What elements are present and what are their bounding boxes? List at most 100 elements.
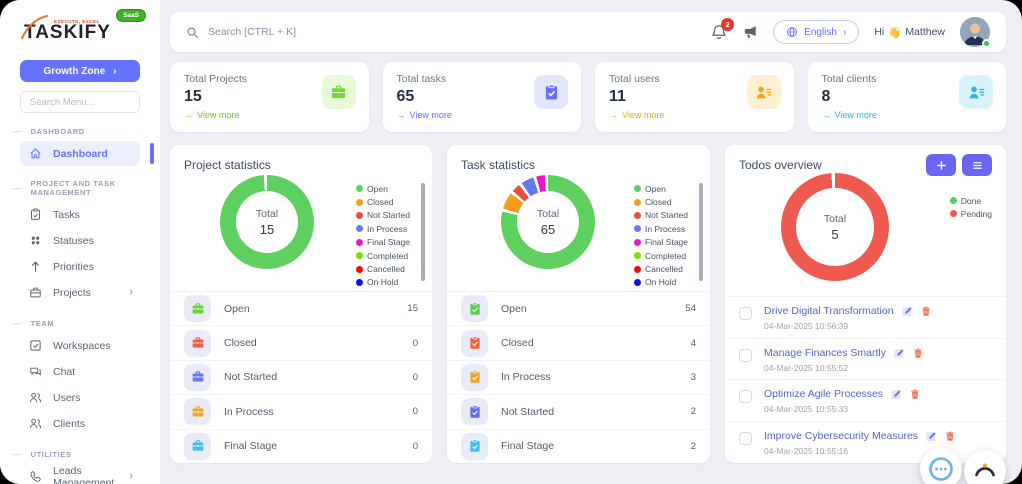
todo-item: Manage Finances Smartly 04-Mar-2025 10:5… — [725, 337, 1006, 380]
legend-scrollbar[interactable] — [699, 183, 703, 281]
sidebar-item[interactable]: Dashboard › — [20, 141, 154, 166]
legend-scrollbar[interactable] — [421, 183, 425, 281]
todo-timestamp: 04-Mar-2025 10:56:39 — [764, 321, 849, 331]
delete-icon[interactable] — [912, 347, 924, 359]
todo-checkbox[interactable] — [739, 348, 752, 362]
clipboard-solid-icon — [461, 295, 488, 323]
notifications-button[interactable]: 2 — [711, 18, 735, 40]
status-row: Closed 4 — [447, 325, 710, 359]
chart-legend: Open Closed Not Started In Process Final… — [634, 182, 688, 289]
global-search — [186, 26, 711, 39]
task-donut-chart: Total 65 — [501, 175, 595, 269]
todo-checkbox[interactable] — [739, 432, 752, 446]
headset-icon — [975, 463, 995, 477]
user-greeting: Hi 👋 Matthew — [874, 26, 945, 39]
view-more-link[interactable]: → View more — [609, 110, 780, 120]
legend-item: Final Stage — [356, 236, 410, 249]
user-avatar[interactable] — [960, 17, 991, 48]
todo-checkbox[interactable] — [739, 307, 752, 320]
sidebar-item[interactable]: Users › — [20, 385, 140, 410]
arrow-right-icon: → — [184, 110, 193, 120]
status-row: Not Started 2 — [447, 394, 710, 428]
arrow-right-icon: → — [821, 110, 831, 120]
chat-widget-button[interactable] — [920, 448, 962, 484]
app-logo: TASKIFY EXECUTE, EXCEL SaaS — [21, 9, 146, 46]
briefcase-solid-icon — [184, 398, 211, 426]
stat-card: Total users 11 → View more — [595, 62, 794, 132]
delete-icon[interactable] — [920, 305, 932, 317]
sidebar-item[interactable]: Priorities › — [20, 254, 140, 279]
announcements-button[interactable] — [742, 24, 758, 40]
search-icon — [187, 26, 198, 38]
nav-section-label: DASHBOARD — [12, 126, 160, 136]
status-row: Not Started 0 — [170, 359, 432, 394]
todo-item: Drive Digital Transformation 04-Mar-2025… — [725, 296, 1006, 338]
language-selector[interactable]: English › — [773, 20, 860, 44]
sidebar: TASKIFY EXECUTE, EXCEL SaaS Growth Zone … — [0, 0, 160, 484]
view-more-link[interactable]: → View more — [822, 110, 993, 120]
card-title: Project statistics — [184, 158, 271, 172]
briefcase-solid-icon — [321, 75, 356, 109]
edit-icon[interactable] — [890, 388, 902, 400]
project-donut-chart: Total 15 — [220, 175, 314, 269]
todo-timestamp: 04-Mar-2025 10:55:52 — [764, 362, 849, 373]
todos-list: Drive Digital Transformation 04-Mar-2025… — [725, 296, 1006, 463]
edit-icon[interactable] — [893, 347, 905, 359]
logo-text: TASKIFY — [24, 22, 111, 43]
task-status-list: Open 54 Closed 4 In Process 3 Not Starte… — [447, 291, 710, 463]
edit-icon[interactable] — [925, 430, 937, 442]
sidebar-item[interactable]: Tasks › — [20, 202, 140, 227]
chevron-right-icon: › — [113, 65, 117, 77]
sidebar-item[interactable]: Leads Management › — [20, 464, 140, 484]
donut-total: 65 — [540, 221, 556, 237]
todo-title: Optimize Agile Processes — [764, 388, 884, 401]
chat-icon — [29, 365, 42, 378]
project-statistics-card: Project statistics Total 15 Open Closed … — [170, 145, 432, 463]
arrow-right-icon: → — [609, 110, 618, 120]
clipboard-solid-icon — [534, 75, 568, 109]
delete-icon[interactable] — [944, 430, 956, 442]
todo-title: Improve Cybersecurity Measures — [764, 430, 919, 443]
status-row: Closed 0 — [170, 325, 432, 359]
legend-item: On Hold — [356, 276, 410, 289]
main-content: 2 English › Hi 👋 Matthew — [160, 0, 1022, 484]
legend-item: Pending — [949, 207, 992, 220]
sidebar-item[interactable]: Projects › — [20, 280, 140, 305]
legend-item: Completed — [634, 249, 688, 262]
chevron-right-icon: › — [129, 286, 133, 298]
nav-section-label: UTILITIES — [12, 449, 160, 459]
edit-icon[interactable] — [901, 305, 913, 317]
sidebar-item[interactable]: Statuses › — [20, 228, 140, 253]
status-row: In Process 0 — [170, 394, 432, 428]
growth-zone-button[interactable]: Growth Zone › — [20, 60, 140, 82]
legend-item: Open — [634, 182, 688, 195]
sidebar-search-input[interactable] — [20, 91, 140, 113]
todos-overview-card: Todos overview Total 5 Done Pending Driv… — [725, 145, 1006, 463]
sidebar-item[interactable]: Chat › — [20, 359, 140, 384]
view-more-link[interactable]: → View more — [397, 110, 568, 120]
chevron-right-icon: › — [129, 470, 133, 482]
briefcase-solid-icon — [184, 329, 211, 357]
sidebar-item[interactable]: Clients › — [20, 411, 140, 436]
person-badge-icon — [959, 75, 993, 109]
plus-icon — [936, 160, 946, 170]
delete-icon[interactable] — [909, 388, 921, 400]
chevron-right-icon: › — [842, 26, 847, 38]
status-row: Open 15 — [170, 291, 432, 325]
sidebar-item[interactable]: Workspaces › — [20, 333, 140, 358]
todo-checkbox[interactable] — [739, 390, 752, 404]
legend-item: Open — [356, 182, 410, 195]
global-search-input[interactable] — [208, 26, 448, 38]
card-title: Todos overview — [739, 158, 822, 172]
notification-count-badge: 2 — [721, 18, 735, 31]
support-widget-button[interactable] — [964, 450, 1006, 484]
users-icon — [29, 417, 42, 430]
project-status-list: Open 15 Closed 0 Not Started 0 In Proces… — [170, 291, 432, 463]
legend-item: In Process — [634, 222, 688, 235]
status-row: In Process 3 — [447, 359, 710, 394]
sidebar-nav: DASHBOARD Dashboard › PROJECT AND TASK M… — [0, 126, 160, 484]
todos-donut-chart: Total 5 — [781, 173, 889, 281]
clipboard-icon — [29, 208, 42, 221]
view-more-link[interactable]: → View more — [184, 110, 355, 120]
legend-item: Cancelled — [634, 262, 688, 275]
